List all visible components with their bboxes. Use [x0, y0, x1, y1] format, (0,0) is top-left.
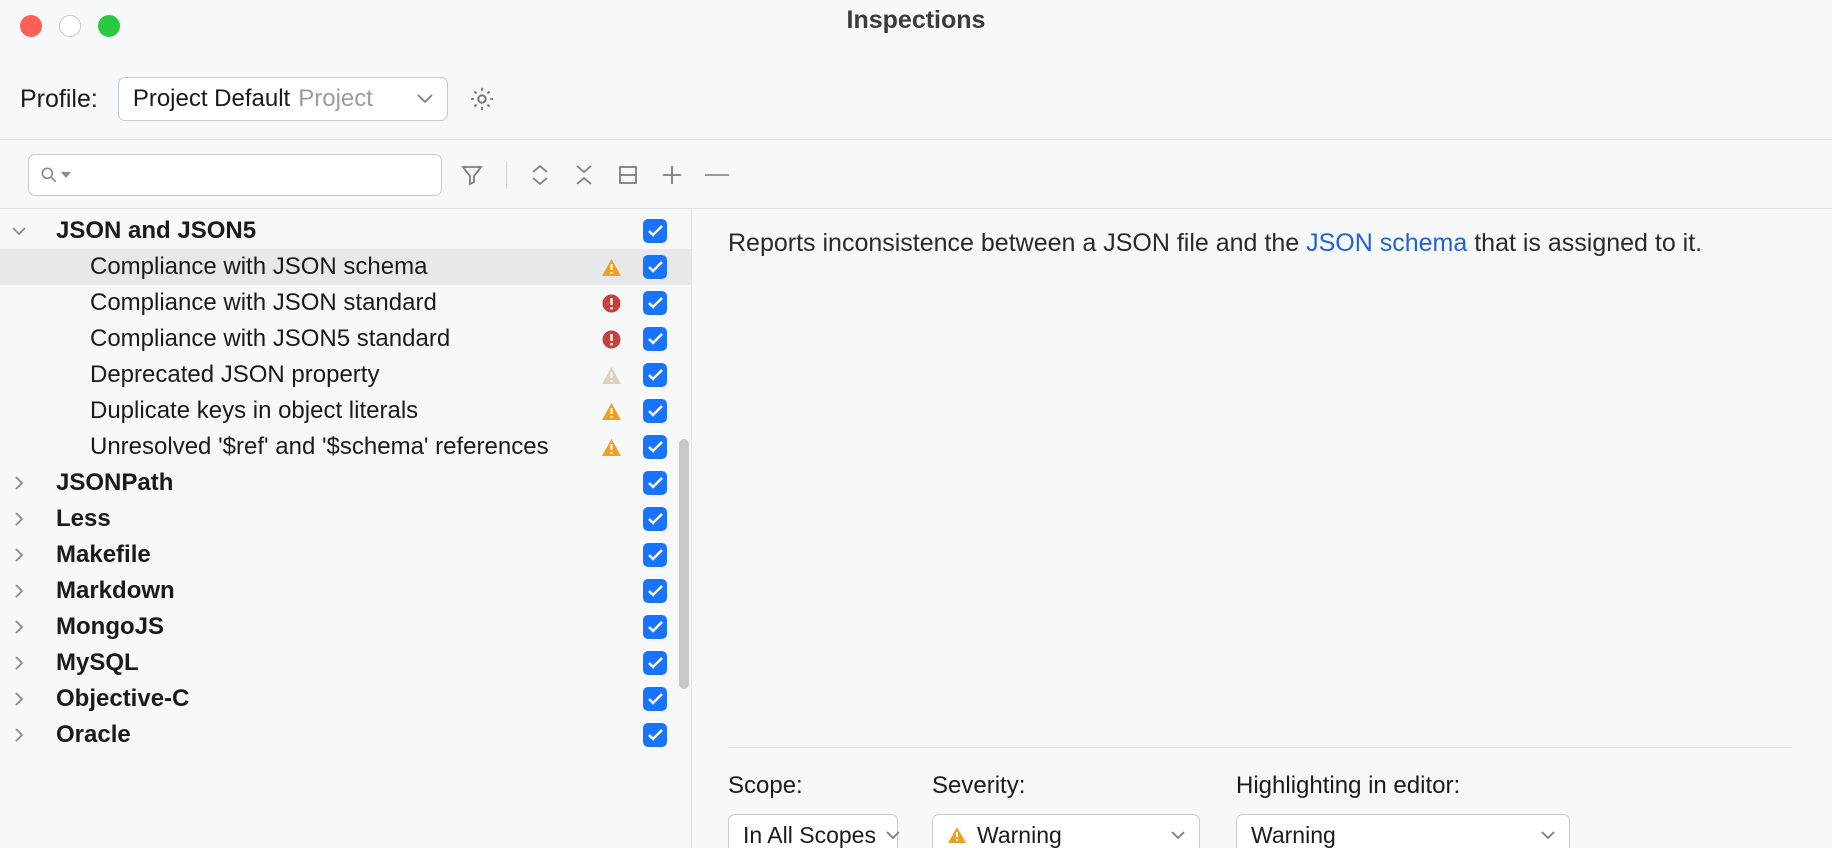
tree-group[interactable]: Oracle: [0, 717, 691, 753]
group-label: MongoJS: [56, 613, 597, 641]
reset-icon[interactable]: [617, 164, 639, 186]
main-area: JSON and JSON5 Compliance with JSON schem…: [0, 208, 1832, 848]
profile-dropdown[interactable]: Project Default Project: [118, 77, 448, 121]
tree-item[interactable]: Duplicate keys in object literals: [0, 393, 691, 429]
chevron-right-icon[interactable]: [0, 656, 38, 670]
item-label: Compliance with JSON5 standard: [90, 325, 597, 353]
severity-error-icon: [597, 294, 625, 313]
profile-label: Profile:: [20, 85, 98, 114]
chevron-right-icon[interactable]: [0, 620, 38, 634]
tree-group[interactable]: MongoJS: [0, 609, 691, 645]
separator: [506, 161, 507, 189]
chevron-down-icon: [417, 94, 433, 104]
severity-dropdown[interactable]: Warning: [932, 814, 1200, 848]
tree-item[interactable]: Compliance with JSON schema: [0, 249, 691, 285]
tree-item[interactable]: Compliance with JSON5 standard: [0, 321, 691, 357]
group-label: Less: [56, 505, 597, 533]
group-label: JSONPath: [56, 469, 597, 497]
group-checkbox[interactable]: [643, 471, 667, 495]
group-checkbox[interactable]: [643, 507, 667, 531]
group-label: Oracle: [56, 721, 597, 749]
detail-pane: Reports inconsistence between a JSON fil…: [692, 209, 1832, 848]
group-checkbox[interactable]: [643, 651, 667, 675]
tree-group[interactable]: JSON and JSON5: [0, 213, 691, 249]
tree-group[interactable]: Less: [0, 501, 691, 537]
item-label: Compliance with JSON standard: [90, 289, 597, 317]
inspection-description: Reports inconsistence between a JSON fil…: [728, 225, 1792, 261]
severity-warning-icon: [597, 438, 625, 457]
search-input[interactable]: [28, 154, 442, 196]
highlighting-label: Highlighting in editor:: [1236, 772, 1576, 800]
add-icon[interactable]: [661, 164, 683, 186]
chevron-down-icon: [1171, 831, 1185, 840]
tree-item[interactable]: Unresolved '$ref' and '$schema' referenc…: [0, 429, 691, 465]
profile-row: Profile: Project Default Project: [0, 37, 1832, 140]
group-checkbox[interactable]: [643, 615, 667, 639]
search-options-chevron-icon: [61, 172, 71, 178]
group-checkbox[interactable]: [643, 723, 667, 747]
item-label: Deprecated JSON property: [90, 361, 597, 389]
chevron-down-icon[interactable]: [0, 227, 38, 236]
group-label: Markdown: [56, 577, 597, 605]
tree-item[interactable]: Deprecated JSON property: [0, 357, 691, 393]
tree-group[interactable]: JSONPath: [0, 465, 691, 501]
divider: [728, 747, 1792, 748]
gear-icon[interactable]: [468, 85, 496, 113]
severity-warning-icon: [597, 258, 625, 277]
item-checkbox[interactable]: [643, 399, 667, 423]
item-label: Compliance with JSON schema: [90, 253, 597, 281]
item-checkbox[interactable]: [643, 435, 667, 459]
severity-weak-warning-icon: [597, 366, 625, 385]
group-label: MySQL: [56, 649, 597, 677]
chevron-right-icon[interactable]: [0, 692, 38, 706]
remove-icon[interactable]: [705, 174, 729, 176]
search-icon: [39, 165, 59, 185]
scope-label: Scope:: [728, 772, 928, 800]
highlighting-dropdown[interactable]: Warning: [1236, 814, 1570, 848]
group-checkbox[interactable]: [643, 543, 667, 567]
chevron-right-icon[interactable]: [0, 584, 38, 598]
item-checkbox[interactable]: [643, 255, 667, 279]
group-label: JSON and JSON5: [56, 217, 597, 245]
group-label: Objective-C: [56, 685, 597, 713]
scope-dropdown[interactable]: In All Scopes: [728, 814, 898, 848]
group-checkbox[interactable]: [643, 219, 667, 243]
group-checkbox[interactable]: [643, 687, 667, 711]
chevron-right-icon[interactable]: [0, 476, 38, 490]
severity-error-icon: [597, 330, 625, 349]
tree-group[interactable]: Objective-C: [0, 681, 691, 717]
item-checkbox[interactable]: [643, 291, 667, 315]
item-checkbox[interactable]: [643, 327, 667, 351]
profile-suffix: Project: [298, 85, 373, 113]
inspection-tree: JSON and JSON5 Compliance with JSON schem…: [0, 209, 692, 848]
severity-label: Severity:: [932, 772, 1232, 800]
warning-triangle-icon: [947, 826, 967, 844]
group-checkbox[interactable]: [643, 579, 667, 603]
chevron-right-icon[interactable]: [0, 512, 38, 526]
item-label: Unresolved '$ref' and '$schema' referenc…: [90, 433, 597, 461]
filter-icon[interactable]: [460, 163, 484, 187]
tree-group[interactable]: MySQL: [0, 645, 691, 681]
item-checkbox[interactable]: [643, 363, 667, 387]
expand-all-icon[interactable]: [529, 163, 551, 187]
collapse-all-icon[interactable]: [573, 163, 595, 187]
toolbar: [0, 140, 1832, 208]
tree-group[interactable]: Makefile: [0, 537, 691, 573]
scrollbar[interactable]: [679, 439, 689, 689]
item-label: Duplicate keys in object literals: [90, 397, 597, 425]
group-label: Makefile: [56, 541, 597, 569]
chevron-down-icon: [886, 831, 900, 840]
chevron-right-icon[interactable]: [0, 548, 38, 562]
chevron-right-icon[interactable]: [0, 728, 38, 742]
profile-value: Project Default: [133, 85, 290, 113]
tree-item[interactable]: Compliance with JSON standard: [0, 285, 691, 321]
severity-warning-icon: [597, 402, 625, 421]
chevron-down-icon: [1541, 831, 1555, 840]
tree-group[interactable]: Markdown: [0, 573, 691, 609]
options-grid: Scope: Severity: Highlighting in editor:…: [728, 772, 1792, 848]
window-title: Inspections: [0, 6, 1832, 35]
json-schema-link[interactable]: JSON schema: [1306, 229, 1467, 257]
